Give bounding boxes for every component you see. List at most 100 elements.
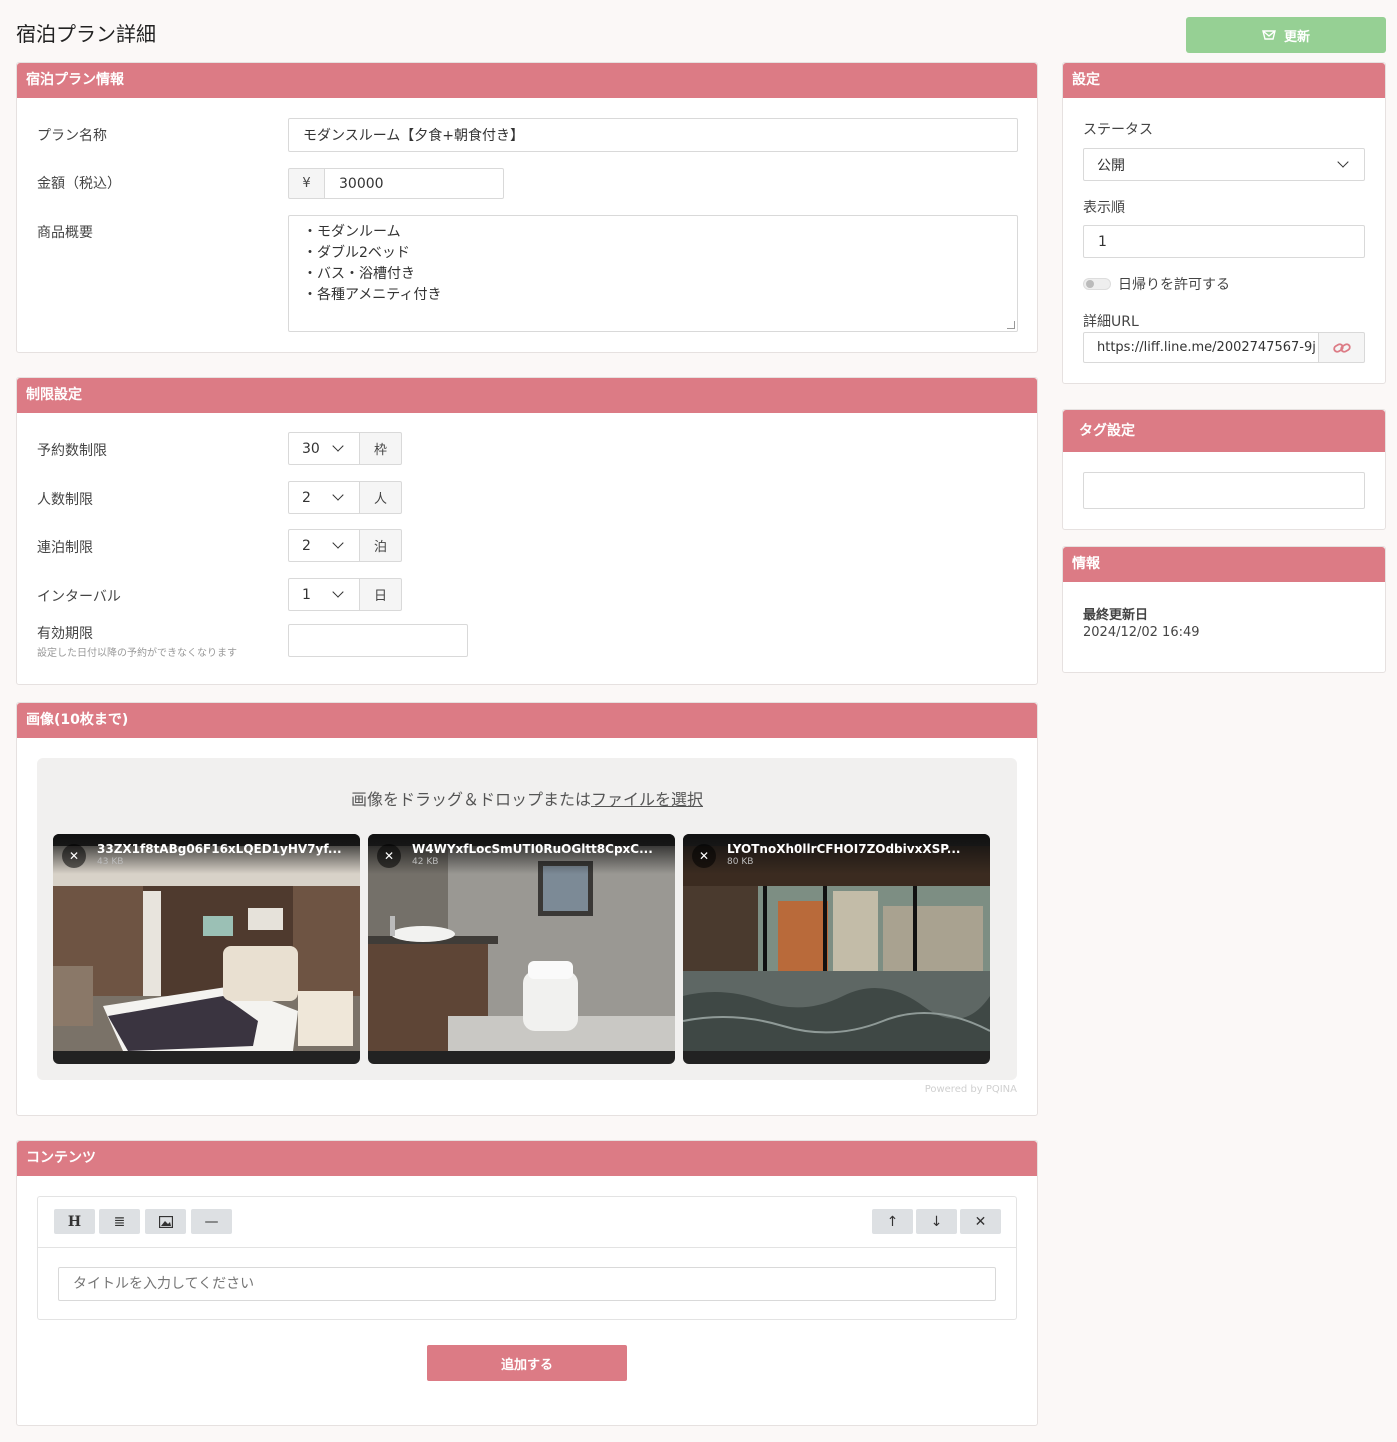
chevron-down-icon <box>332 586 344 598</box>
status-select[interactable]: 公開 <box>1083 148 1365 181</box>
select-value: 2 <box>302 537 311 554</box>
limit-label: 人数制限 <box>37 492 93 508</box>
dropzone-text: 画像をドラッグ＆ドロップまたはファイルを選択 <box>37 786 1017 810</box>
page-title: 宿泊プラン詳細 <box>16 22 156 46</box>
divider-tool-button[interactable]: — <box>191 1209 232 1234</box>
summary-line: ・モダンルーム <box>303 224 401 240</box>
summary-line: ・各種アメニティ付き <box>303 287 442 303</box>
unit-addon: 日 <box>359 578 402 611</box>
arrow-down-icon: ↓ <box>930 1213 943 1230</box>
images-card: 画像(10枚まで) 画像をドラッグ＆ドロップまたはファイルを選択 ✕ 33ZX1… <box>16 702 1038 1116</box>
tags-input[interactable] <box>1083 472 1365 509</box>
bath-photo <box>683 846 990 1051</box>
unit-addon: 人 <box>359 481 402 514</box>
resize-handle-icon[interactable] <box>1007 321 1015 329</box>
file-name: 33ZX1f8tABg06F16xLQED1yHV7yf... <box>97 842 342 856</box>
image-tool-button[interactable] <box>145 1209 186 1234</box>
editor-divider <box>38 1247 1016 1248</box>
chevron-down-icon <box>332 440 344 452</box>
delete-block-button[interactable]: ✕ <box>960 1209 1001 1234</box>
settings-header: 設定 <box>1063 63 1385 98</box>
bedroom-photo <box>53 846 360 1051</box>
image-tile[interactable]: ✕ W4WYxfLocSmUTI0RuOGltt8CpxC... 42 KB <box>368 834 675 1064</box>
interval-select[interactable]: 1 <box>288 578 360 611</box>
plan-info-card: 宿泊プラン情報 プラン名称 モダンスルーム【夕食+朝食付き】 金額（税込） ¥ … <box>16 62 1038 353</box>
remove-image-icon[interactable]: ✕ <box>377 844 401 868</box>
move-down-button[interactable]: ↓ <box>916 1209 957 1234</box>
select-value: 2 <box>302 489 311 506</box>
paragraph-tool-button[interactable]: ≣ <box>99 1209 140 1234</box>
file-select-link[interactable]: ファイルを選択 <box>591 790 703 809</box>
info-header: 情報 <box>1063 547 1385 582</box>
remove-image-icon[interactable]: ✕ <box>62 844 86 868</box>
last-updated-value: 2024/12/02 16:49 <box>1083 625 1200 640</box>
price-label: 金額（税込） <box>37 176 121 192</box>
expiry-note: 設定した日付以降の予約ができなくなります <box>37 648 237 659</box>
file-size: 80 KB <box>727 857 754 867</box>
reservation-limit-select[interactable]: 30 <box>288 432 360 465</box>
select-value: 1 <box>302 586 311 603</box>
limits-header: 制限設定 <box>17 378 1037 413</box>
detail-url-input[interactable]: https://liff.line.me/2002747567-9j <box>1083 332 1319 363</box>
image-tile[interactable]: ✕ LYOTnoXh0llrCFHOI7ZOdbivxXSP... 80 KB <box>683 834 990 1064</box>
move-up-button[interactable]: ↑ <box>872 1209 913 1234</box>
images-header: 画像(10枚まで) <box>17 703 1037 738</box>
dropzone-instruction: 画像をドラッグ＆ドロップまたは <box>350 790 591 809</box>
chevron-down-icon <box>332 537 344 549</box>
select-value: 公開 <box>1097 157 1125 174</box>
tags-card: タグ設定 <box>1062 409 1386 530</box>
powered-by-text: Powered by PQINA <box>924 1084 1017 1095</box>
plan-name-label: プラン名称 <box>37 128 107 144</box>
heading-tool-button[interactable]: H <box>54 1209 95 1234</box>
limit-label: 連泊制限 <box>37 540 93 556</box>
washroom-photo <box>368 846 675 1051</box>
close-icon: ✕ <box>974 1213 987 1230</box>
link-icon <box>1332 342 1351 353</box>
currency-addon: ¥ <box>288 168 325 199</box>
content-block-editor: H ≣ — ↑ ↓ ✕ <box>37 1196 1017 1320</box>
chevron-down-icon <box>1337 156 1349 168</box>
content-title-input[interactable] <box>58 1267 996 1301</box>
guest-limit-select[interactable]: 2 <box>288 481 360 514</box>
plan-name-input[interactable]: モダンスルーム【夕食+朝食付き】 <box>288 118 1018 152</box>
stay-limit-select[interactable]: 2 <box>288 529 360 562</box>
summary-label: 商品概要 <box>37 225 93 241</box>
order-input[interactable]: 1 <box>1083 225 1365 258</box>
settings-card: 設定 ステータス 公開 表示順 1 日帰りを許可する 詳細URL https:/… <box>1062 62 1386 384</box>
update-button-label: 更新 <box>1283 29 1310 45</box>
file-size: 43 KB <box>97 857 124 867</box>
info-card: 情報 最終更新日 2024/12/02 16:49 <box>1062 546 1386 673</box>
unit-addon: 泊 <box>359 529 402 562</box>
remove-image-icon[interactable]: ✕ <box>692 844 716 868</box>
status-label: ステータス <box>1083 122 1153 138</box>
heading-icon: H <box>67 1213 82 1230</box>
select-value: 30 <box>302 440 320 457</box>
summary-line: ・ダブル2ベッド <box>303 245 410 261</box>
summary-line: ・バス・浴槽付き <box>303 266 415 282</box>
expiry-date-input[interactable] <box>288 624 468 657</box>
file-name: LYOTnoXh0llrCFHOI7ZOdbivxXSP... <box>727 842 961 856</box>
unit-addon: 枠 <box>359 432 402 465</box>
summary-textarea[interactable]: ・モダンルーム ・ダブル2ベッド ・バス・浴槽付き ・各種アメニティ付き <box>288 215 1018 332</box>
price-input[interactable]: 30000 <box>324 168 504 199</box>
url-label: 詳細URL <box>1083 314 1139 330</box>
order-label: 表示順 <box>1083 200 1125 216</box>
update-button[interactable]: 更新 <box>1186 17 1386 53</box>
arrow-up-icon: ↑ <box>886 1213 899 1230</box>
file-name: W4WYxfLocSmUTI0RuOGltt8CpxC... <box>412 842 653 856</box>
image-tile[interactable]: ✕ 33ZX1f8tABg06F16xLQED1yHV7yf... 43 KB <box>53 834 360 1064</box>
tags-header: タグ設定 <box>1063 410 1385 452</box>
daytrip-toggle[interactable] <box>1083 278 1111 290</box>
copy-link-button[interactable] <box>1318 332 1365 363</box>
image-dropzone[interactable]: 画像をドラッグ＆ドロップまたはファイルを選択 ✕ 33ZX1f8tABg06F1… <box>37 758 1017 1080</box>
daytrip-label: 日帰りを許可する <box>1118 277 1230 293</box>
plan-info-header: 宿泊プラン情報 <box>17 63 1037 98</box>
file-size: 42 KB <box>412 857 439 867</box>
limit-label: インターバル <box>37 589 121 605</box>
add-content-button[interactable]: 追加する <box>427 1345 627 1381</box>
paragraph-icon: ≣ <box>113 1213 126 1230</box>
chevron-down-icon <box>332 489 344 501</box>
divider-icon: — <box>204 1213 219 1230</box>
save-icon <box>1262 30 1276 40</box>
content-header: コンテンツ <box>17 1141 1037 1176</box>
